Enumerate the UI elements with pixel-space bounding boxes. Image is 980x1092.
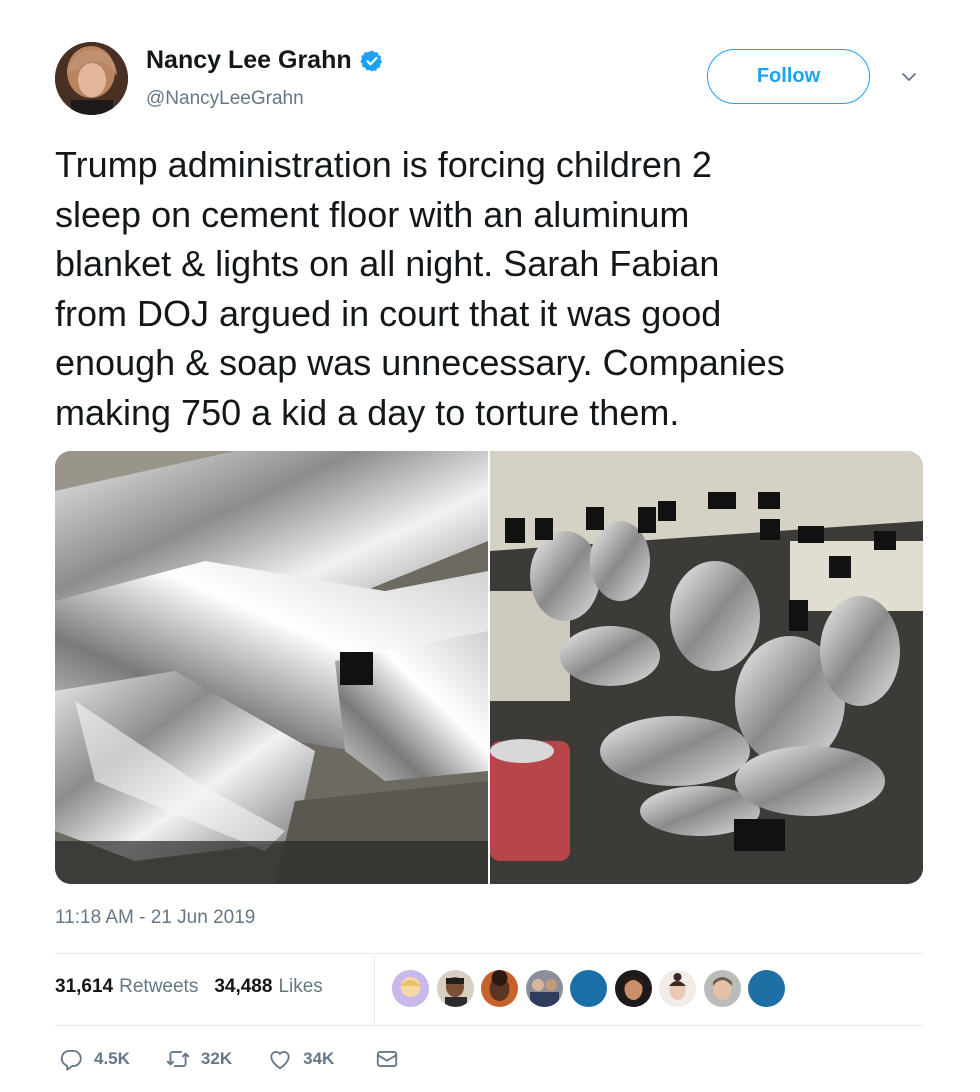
divider-bottom	[55, 1025, 923, 1026]
liker-avatar[interactable]	[481, 970, 518, 1007]
media-photo-left[interactable]	[55, 451, 488, 884]
like-button[interactable]: 34K	[267, 1046, 334, 1072]
heart-icon	[270, 1051, 290, 1070]
detention-room-photo	[490, 451, 923, 884]
chevron-down-icon[interactable]	[898, 66, 920, 88]
liker-avatar[interactable]	[392, 970, 429, 1007]
envelope-icon	[377, 1051, 398, 1067]
stats-separator	[374, 955, 375, 1025]
avatar-image	[55, 42, 128, 115]
likers-avatars	[392, 970, 793, 1007]
follow-button[interactable]: Follow	[707, 49, 870, 104]
author-name[interactable]: Nancy Lee Grahn	[146, 46, 352, 75]
liker-avatar[interactable]	[570, 970, 607, 1007]
reply-count: 4.5K	[94, 1049, 130, 1068]
liker-avatar[interactable]	[703, 970, 741, 1007]
reply-button[interactable]: 4.5K	[58, 1046, 130, 1072]
tweet-media[interactable]	[55, 451, 923, 884]
likes-count[interactable]: 34,488	[214, 976, 272, 998]
media-photo-right[interactable]	[490, 451, 923, 884]
divider-top	[55, 953, 923, 954]
tweet-timestamp[interactable]: 11:18 AM - 21 Jun 2019	[55, 907, 255, 929]
retweets-count[interactable]: 31,614	[55, 976, 113, 998]
retweet-action-count: 32K	[200, 1049, 233, 1068]
author-avatar[interactable]	[55, 42, 128, 115]
like-action-count: 34K	[303, 1049, 335, 1068]
direct-message-button[interactable]	[374, 1046, 400, 1072]
retweet-icon	[166, 1051, 190, 1067]
author-handle[interactable]: @NancyLeeGrahn	[146, 88, 304, 110]
liker-avatar[interactable]	[748, 970, 785, 1007]
liker-avatar[interactable]	[436, 970, 474, 1007]
tweet-actions: 4.5K 32K 34K	[58, 1046, 400, 1072]
liker-avatar[interactable]	[525, 970, 563, 1007]
tweet-stats: 31,614 Retweets 34,488 Likes	[55, 976, 323, 998]
author-name-row: Nancy Lee Grahn	[146, 46, 384, 75]
liker-avatar[interactable]	[659, 970, 696, 1007]
tweet-text: Trump administration is forcing children…	[55, 144, 785, 433]
likes-label[interactable]: Likes	[278, 976, 322, 998]
liker-avatar[interactable]	[614, 970, 652, 1007]
foil-blankets-photo	[55, 451, 488, 884]
retweets-label[interactable]: Retweets	[119, 976, 198, 998]
reply-icon	[60, 1049, 82, 1071]
verified-badge-icon	[359, 50, 382, 71]
retweet-button[interactable]: 32K	[165, 1046, 232, 1072]
